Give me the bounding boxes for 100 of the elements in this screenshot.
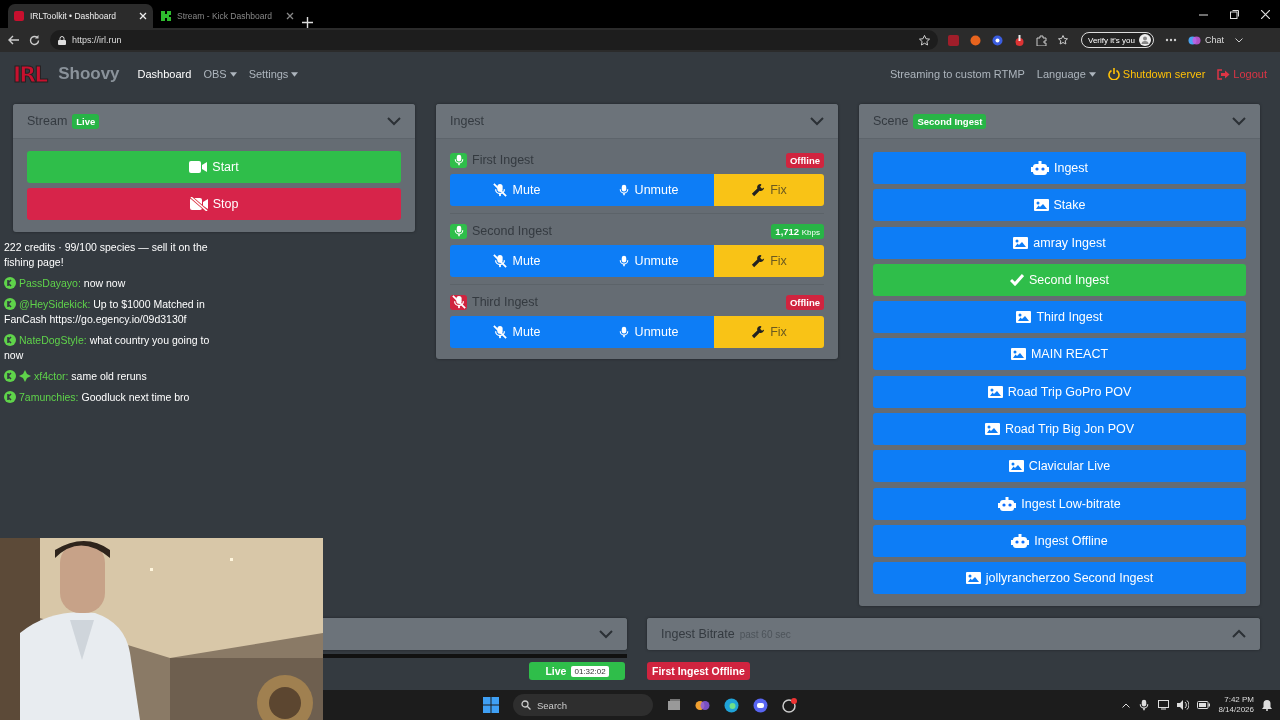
- bitrate-badge: 1,712 Kbps: [771, 223, 824, 239]
- browser-tab[interactable]: IRLToolkit • Dashboard: [8, 4, 153, 28]
- scene-badge: Second Ingest: [913, 113, 987, 129]
- offline-badge: Offline: [785, 294, 824, 310]
- chat-message: xf4ctor: same old reruns: [4, 369, 219, 384]
- start-button[interactable]: Start: [27, 151, 401, 183]
- speaker-icon: [1177, 700, 1190, 710]
- clock[interactable]: 7:42 PM 8/14/2026: [1218, 695, 1254, 715]
- nav-link[interactable]: OBS: [203, 68, 237, 80]
- brand-name[interactable]: Shoovy: [58, 64, 120, 84]
- mute-button[interactable]: Mute: [450, 316, 582, 348]
- close-icon: [139, 12, 147, 20]
- image-icon: [1013, 236, 1029, 249]
- chevron-icon: [1234, 37, 1243, 43]
- close-icon: [1261, 9, 1270, 19]
- unmute-button[interactable]: Unmute: [582, 316, 714, 348]
- chat-message: 222 credits · 99/100 species — sell it on the fishing page!: [4, 240, 209, 270]
- scene-button[interactable]: jollyrancherzoo Second Ingest: [873, 562, 1246, 595]
- mute-button[interactable]: Mute: [450, 174, 582, 206]
- microphone-slash-icon: [491, 183, 508, 197]
- wrench-icon: [751, 183, 766, 197]
- new-tab-icon: [302, 17, 313, 28]
- unmute-button[interactable]: Unmute: [582, 174, 714, 206]
- chat-message: @HeySidekick: Up to $1000 Matched in FanCash https://go.egency.io/09d3130f: [4, 297, 206, 327]
- close-icon: [286, 12, 294, 20]
- favorites-icon: [1058, 34, 1070, 46]
- wrench-icon: [751, 325, 766, 339]
- microphone-icon: [1138, 698, 1151, 712]
- image-icon: [1016, 311, 1032, 324]
- chat-message: NateDogStyle: what country you going to now: [4, 333, 211, 363]
- microphone-slash-icon: [491, 254, 508, 268]
- language-menu[interactable]: Language: [1036, 68, 1096, 80]
- scene-button[interactable]: Third Ingest: [873, 301, 1246, 334]
- app-favicon-icon: [161, 11, 171, 21]
- nav-link[interactable]: Dashboard: [137, 68, 192, 80]
- caret-icon: [1088, 71, 1096, 77]
- kick-badge-icon: [4, 334, 16, 346]
- app-icon: [782, 697, 797, 713]
- kick-badge-icon: [4, 277, 16, 289]
- check-icon: [1010, 273, 1025, 286]
- task-view-icon: [667, 698, 681, 712]
- browser-tab[interactable]: Stream - Kick Dashboard: [155, 4, 300, 28]
- search-field[interactable]: Search: [513, 694, 653, 716]
- unmute-button[interactable]: Unmute: [582, 245, 714, 277]
- fix-button[interactable]: Fix: [714, 174, 824, 206]
- battery-icon: [1197, 701, 1211, 709]
- chat-message: PassDayayo: now now: [4, 276, 219, 291]
- search-icon: [521, 700, 531, 710]
- chat-message: 7amunchies: Goodluck next time bro: [4, 390, 219, 405]
- microphone-icon: [617, 325, 630, 339]
- card-title: Scene: [873, 114, 909, 128]
- caret-icon: [1122, 702, 1131, 708]
- bell-icon: [1262, 699, 1272, 711]
- offline-badge: Offline: [785, 152, 824, 168]
- scene-button[interactable]: Clavicular Live: [873, 450, 1246, 483]
- profile-button[interactable]: Verify it's you: [1081, 32, 1154, 48]
- streaming-status: Streaming to custom RTMP: [889, 68, 1025, 80]
- back-icon: [8, 35, 19, 45]
- robot-icon: [1030, 161, 1049, 175]
- app-favicon-icon: [14, 11, 24, 21]
- more-icon: [1164, 38, 1177, 42]
- nav-link[interactable]: Settings: [248, 68, 299, 80]
- lock-icon: [58, 35, 66, 45]
- image-icon: [987, 385, 1003, 398]
- browser-icon: [724, 697, 739, 713]
- scene-button[interactable]: Stake: [873, 189, 1246, 222]
- kick-badge-icon: [4, 298, 16, 310]
- power-icon: [1107, 68, 1120, 80]
- chat-button[interactable]: Chat: [1187, 33, 1224, 47]
- logout-icon: [1217, 68, 1231, 80]
- scene-button[interactable]: amray Ingest: [873, 226, 1246, 259]
- fix-button[interactable]: Fix: [714, 245, 824, 277]
- microphone-icon: [617, 254, 630, 268]
- address-field[interactable]: https://irl.run: [50, 30, 938, 50]
- scene-button[interactable]: Ingest: [873, 152, 1246, 184]
- extension-icon: [948, 34, 959, 46]
- scene-button[interactable]: Ingest Offline: [873, 524, 1246, 557]
- microphone-slash-icon: [491, 325, 508, 339]
- mute-button[interactable]: Mute: [450, 245, 582, 277]
- live-badge: Live: [72, 113, 100, 129]
- image-icon: [984, 423, 1000, 436]
- extension-icon: [970, 34, 981, 46]
- scene-button[interactable]: MAIN REACT: [873, 338, 1246, 371]
- avatar-icon: [1138, 34, 1151, 46]
- robot-icon: [998, 496, 1017, 511]
- fix-button[interactable]: Fix: [714, 316, 824, 348]
- scene-button[interactable]: Second Ingest: [873, 263, 1246, 296]
- scene-button[interactable]: Ingest Low-bitrate: [873, 487, 1246, 520]
- stop-button[interactable]: Stop: [27, 188, 401, 220]
- logout-link[interactable]: Logout: [1217, 68, 1267, 80]
- scene-button[interactable]: Road Trip Big Jon POV: [873, 413, 1246, 446]
- microphone-icon: [617, 183, 630, 197]
- chat-app-icon: [753, 697, 768, 713]
- scene-button[interactable]: Road Trip GoPro POV: [873, 375, 1246, 408]
- live-status-badge: Live 01:32:02: [529, 662, 625, 681]
- card-title: Stream: [27, 114, 68, 128]
- star-icon: [919, 34, 930, 46]
- shutdown-link[interactable]: Shutdown server: [1107, 68, 1206, 80]
- extension-icon: [992, 34, 1003, 46]
- alert-badge: First Ingest Offline: [647, 662, 750, 681]
